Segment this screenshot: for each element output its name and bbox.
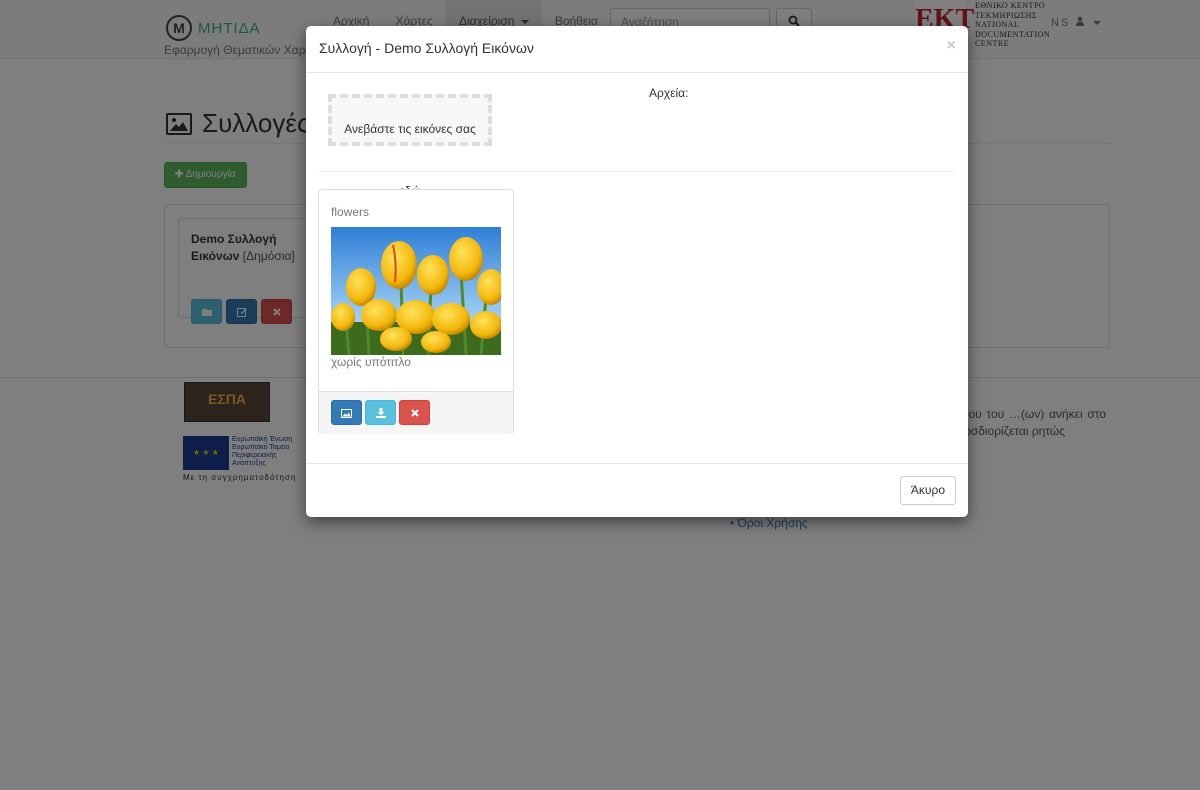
- delete-image-button[interactable]: [399, 400, 430, 425]
- image-actions: [331, 400, 430, 425]
- image-actions-bar: [319, 391, 513, 434]
- modal-footer: Άκυρο: [306, 463, 968, 518]
- modal-title: Συλλογή - Demo Συλλογή Εικόνων: [319, 40, 534, 56]
- close-icon: [410, 409, 419, 417]
- download-image-button[interactable]: [365, 400, 396, 425]
- image-preview[interactable]: [331, 227, 501, 355]
- collection-modal: Συλλογή - Demo Συλλογή Εικόνων × Ανεβάστ…: [306, 26, 968, 517]
- files-label: Αρχεία:: [649, 86, 689, 100]
- modal-header: Συλλογή - Demo Συλλογή Εικόνων ×: [306, 26, 968, 73]
- tulips-image: [331, 227, 501, 355]
- picture-icon: [341, 409, 352, 418]
- view-image-button[interactable]: [331, 400, 362, 425]
- download-icon: [375, 408, 386, 418]
- image-caption: χωρίς υπότιτλο: [331, 355, 411, 369]
- image-thumbnail-card: flowers χωρίς υπότιτλο: [318, 189, 514, 434]
- upload-dropzone[interactable]: Ανεβάστε τις εικόνες σας εδώ: [328, 94, 492, 198]
- cancel-button[interactable]: Άκυρο: [899, 476, 956, 505]
- image-name: flowers: [331, 205, 370, 219]
- divider: [318, 171, 956, 172]
- close-icon[interactable]: ×: [947, 37, 956, 55]
